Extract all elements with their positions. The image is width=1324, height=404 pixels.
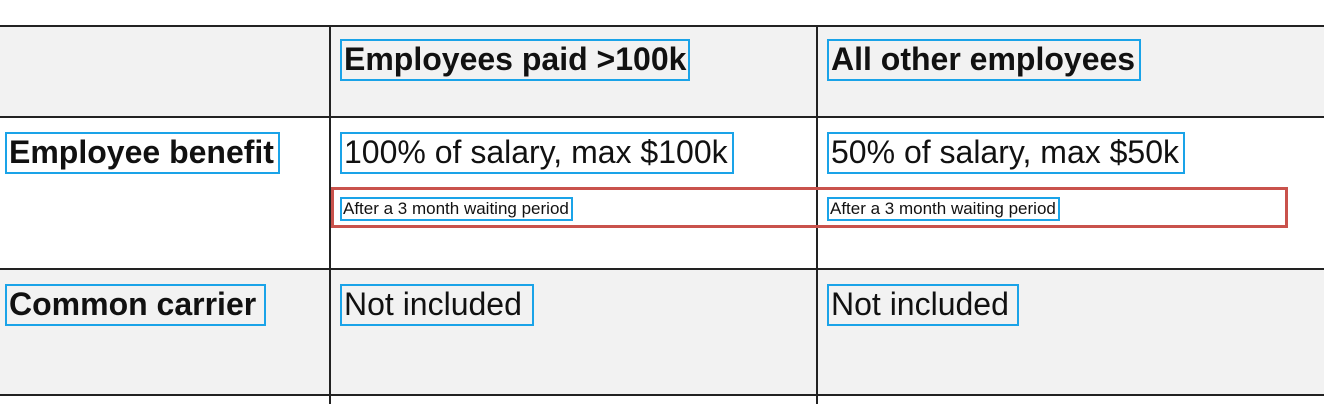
employee-benefit-over-100k-note: After a 3 month waiting period [340,197,573,221]
row-label-employee-benefit: Employee benefit [5,132,280,174]
table-row [0,396,1324,404]
benefits-table: Employees paid >100k All other employees… [0,25,1324,404]
column-header-employees-over-100k: Employees paid >100k [339,39,691,81]
employee-benefit-other-value: 50% of salary, max $50k [826,132,1186,174]
row-label-common-carrier: Common carrier [4,284,267,326]
column-header-all-other-employees: All other employees [826,39,1142,81]
employee-benefit-over-100k-value: 100% of salary, max $100k [340,132,734,174]
column-divider [816,25,818,404]
employee-benefit-other-note: After a 3 month waiting period [827,197,1060,221]
column-divider [329,25,331,404]
common-carrier-other-value: Not included [827,284,1019,326]
common-carrier-over-100k-value: Not included [340,284,534,326]
benefits-table-page: Employees paid >100k All other employees… [0,0,1324,404]
